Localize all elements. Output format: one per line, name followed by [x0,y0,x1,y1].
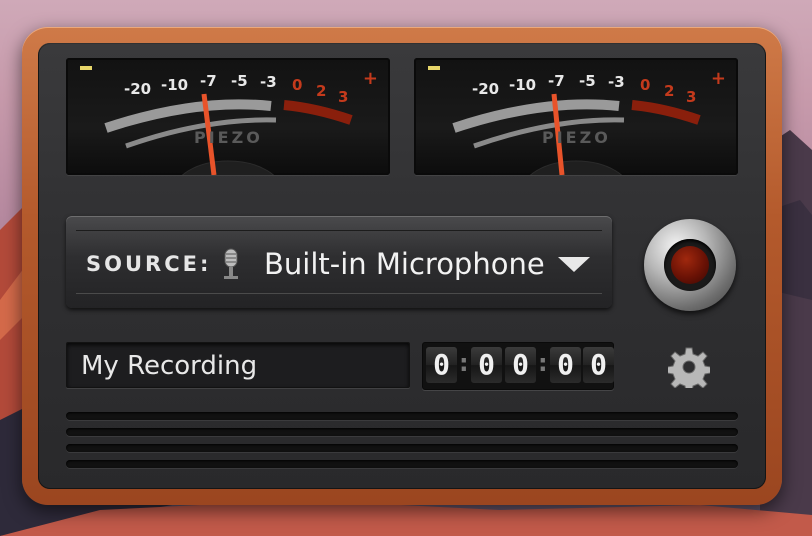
microphone-icon [224,248,238,279]
source-dropdown[interactable]: SOURCE: Built-in Microphone [66,216,612,308]
minus-marker [80,66,92,70]
scale-tick-label: 2 [316,82,327,100]
scale-tick-label: -10 [509,76,537,94]
gear-icon[interactable] [668,346,710,388]
vu-meter-left: + -20 -10 -7 -5 -3 0 2 3 PIEZO [66,58,390,175]
caret-down-icon [558,257,590,272]
timer-digit: 0 [471,347,502,383]
elapsed-timer: 0 : 0 0 : 0 0 [422,342,614,390]
record-icon [671,246,709,284]
scale-tick-label: -5 [231,72,248,90]
speaker-grill-slot [66,428,738,436]
scale-tick-label: -3 [608,73,625,91]
scale-tick-label: -5 [579,72,596,90]
speaker-grill-slot [66,412,738,420]
vu-meter-dial [452,93,701,175]
scale-tick-label: -10 [161,76,189,94]
scale-tick-label: 3 [686,88,697,106]
scale-tick-label: -7 [200,72,217,90]
scale-tick-label: 3 [338,88,349,106]
brand-logo: PIEZO [542,128,611,147]
vu-meter-dial [104,93,353,175]
scale-tick-label: -3 [260,73,277,91]
record-button[interactable] [644,219,736,311]
scale-tick-label: 2 [664,82,675,100]
timer-digit: 0 [505,347,536,383]
speaker-grill-slot [66,444,738,452]
scale-tick-label: 0 [292,76,303,94]
timer-digit: 0 [550,347,581,383]
timer-separator: : [538,349,548,377]
minus-marker [428,66,440,70]
scale-tick-label: -20 [472,80,500,98]
timer-digit: 0 [583,347,614,383]
plus-marker: + [362,68,378,89]
plus-marker: + [710,68,726,89]
scale-tick-label: -7 [548,72,565,90]
source-value: Built-in Microphone [264,247,545,281]
vu-meter-right: + -20 -10 -7 -5 -3 0 2 3 PIEZO [414,58,738,175]
brand-logo: PIEZO [194,128,263,147]
scale-tick-label: -20 [124,80,152,98]
scale-tick-label: 0 [640,76,651,94]
source-label: SOURCE: [86,252,212,276]
timer-digit: 0 [426,347,457,383]
recording-name-field[interactable]: My Recording [66,342,410,388]
timer-separator: : [459,349,469,377]
speaker-grill-slot [66,460,738,468]
